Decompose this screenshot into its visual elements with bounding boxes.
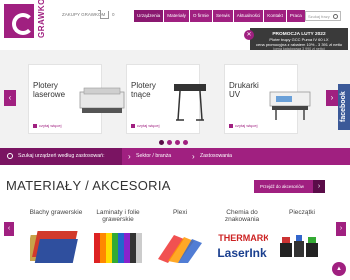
material-plexi[interactable]: Plexi bbox=[150, 209, 210, 263]
facebook-tab[interactable]: facebook bbox=[338, 84, 350, 130]
material-label: Pieczątki bbox=[288, 209, 315, 216]
slide-title-line: laserowe bbox=[33, 90, 66, 99]
cart-icon[interactable] bbox=[98, 10, 109, 19]
grawkom-logo-icon[interactable] bbox=[4, 4, 34, 38]
nav-item-aktualnosci[interactable]: Aktualności bbox=[233, 10, 265, 22]
stamps-image bbox=[280, 235, 318, 257]
engraving-plates-image bbox=[30, 231, 78, 263]
nav-item-urzadzenia[interactable]: Urządzenia bbox=[134, 10, 165, 22]
thermark-logo-text: THERMARK bbox=[218, 233, 268, 243]
laser-plotter-image bbox=[79, 87, 125, 113]
material-engraving-plates[interactable]: Blachy grawerskie bbox=[26, 209, 86, 263]
read-more-link[interactable]: czytaj więcej bbox=[229, 123, 257, 128]
nav-item-praca[interactable]: Praca bbox=[286, 10, 306, 22]
material-marking-chemistry[interactable]: Chemia do znakowania THERMARK LaserInk bbox=[212, 209, 272, 260]
nav-item-materialy[interactable]: Materiały bbox=[164, 10, 190, 22]
slide-title: Plotery tnące bbox=[131, 81, 156, 99]
slide-title-line: Plotery bbox=[33, 81, 58, 90]
read-more-link[interactable]: czytaj więcej bbox=[33, 123, 61, 128]
slide-title-line: Drukarki bbox=[229, 81, 259, 90]
slider-dot[interactable] bbox=[175, 140, 180, 145]
search-icon bbox=[7, 153, 13, 159]
material-label: Chemia do znakowania bbox=[224, 209, 260, 223]
materials-prev-arrow[interactable]: ‹ bbox=[4, 222, 14, 236]
slide-title-line: UV bbox=[229, 90, 241, 99]
search-icon[interactable] bbox=[333, 14, 338, 19]
product-slider: ‹ Plotery laserowe czytaj więcej Plotery… bbox=[0, 50, 350, 148]
nav-item-serwis[interactable]: Serwis bbox=[212, 10, 234, 22]
nav-item-kontakt[interactable]: Kontakt bbox=[264, 10, 287, 22]
material-laminates[interactable]: Laminaty i folie grawerskie bbox=[88, 209, 148, 263]
material-label: Blachy grawerskie bbox=[29, 209, 83, 216]
material-label: Plexi bbox=[172, 209, 188, 216]
plexi-image bbox=[158, 235, 202, 263]
materials-title: MATERIAŁY / AKCESORIA bbox=[6, 178, 171, 193]
application-search-label: Szukaj urządzeń według zastosowań: bbox=[18, 153, 105, 159]
marking-chemistry-image: THERMARK LaserInk bbox=[217, 233, 268, 260]
read-more-link[interactable]: czytaj więcej bbox=[131, 123, 159, 128]
slider-dot[interactable] bbox=[159, 140, 164, 145]
nav-item-o-firmie[interactable]: O firmie bbox=[189, 10, 213, 22]
uv-printer-image bbox=[269, 91, 311, 120]
slider-prev-button[interactable]: ‹ bbox=[4, 90, 16, 106]
application-search[interactable]: Szukaj urządzeń według zastosowań: bbox=[0, 148, 122, 165]
shop-link[interactable]: ZAKUPY GRAWKOM bbox=[62, 12, 105, 17]
slide-title: Drukarki UV bbox=[229, 81, 259, 99]
laserink-logo-text: LaserInk bbox=[217, 246, 267, 260]
material-stamps[interactable]: Pieczątki bbox=[272, 209, 332, 257]
application-filter[interactable]: Zastosowania bbox=[186, 148, 250, 165]
slider-dot[interactable] bbox=[167, 140, 172, 145]
slider-dot[interactable] bbox=[183, 140, 188, 145]
slider-dots bbox=[159, 140, 188, 145]
laminates-image bbox=[94, 233, 142, 263]
slide-title: Plotery laserowe bbox=[33, 81, 65, 99]
cart-count: 0 bbox=[112, 12, 115, 17]
materials-next-arrow[interactable]: › bbox=[336, 222, 346, 236]
materials-next-button[interactable]: › bbox=[313, 180, 325, 193]
application-filter-bar: Szukaj urządzeń według zastosowań: Sekto… bbox=[0, 148, 350, 165]
cutting-plotter-image bbox=[174, 84, 206, 121]
sector-filter[interactable]: Sektor / branża bbox=[122, 148, 186, 165]
scroll-to-top-button[interactable]: ▲ bbox=[332, 262, 346, 276]
slide-title-line: Plotery bbox=[131, 81, 156, 90]
search-placeholder: Szukaj frazy bbox=[308, 14, 330, 19]
logo-text[interactable]: GRAWKOM bbox=[37, 0, 49, 38]
main-nav: Urządzenia Materiały O firmie Serwis Akt… bbox=[134, 10, 306, 22]
close-icon[interactable]: ✕ bbox=[244, 30, 254, 40]
slide-title-line: tnące bbox=[131, 90, 151, 99]
material-label: Laminaty i folie grawerskie bbox=[96, 209, 140, 223]
slider-next-button[interactable]: › bbox=[326, 90, 338, 106]
search-input[interactable]: Szukaj frazy bbox=[305, 11, 341, 21]
